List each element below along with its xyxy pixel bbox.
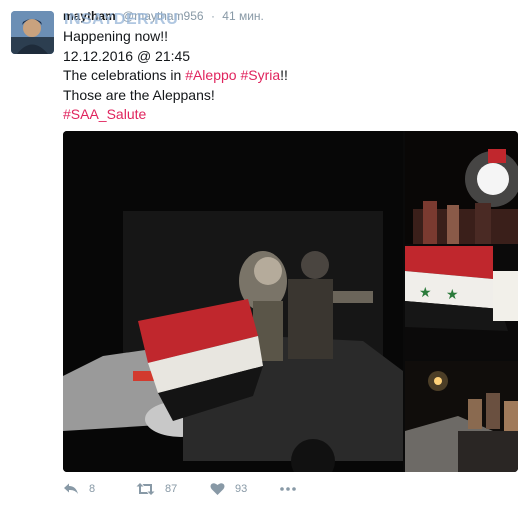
- tweet-line-text: The celebrations in: [63, 67, 186, 83]
- retweet-count: 87: [165, 483, 178, 495]
- media-photo-top-right[interactable]: [405, 131, 518, 244]
- like-count: 93: [235, 483, 248, 495]
- svg-text:★: ★: [446, 287, 459, 303]
- hashtag-link[interactable]: #SAA_Salute: [63, 106, 146, 122]
- media-photo-bottom-right[interactable]: [405, 361, 518, 472]
- tweet-line-text: !!: [280, 67, 288, 83]
- separator: ·: [210, 9, 215, 23]
- tweet: maytham @maytham956 · 41 мин. INSAYDER.R…: [0, 0, 531, 512]
- timestamp[interactable]: 41 мин.: [222, 9, 264, 23]
- like-action[interactable]: 93: [210, 482, 247, 496]
- reply-icon[interactable]: [63, 482, 79, 496]
- hashtag-link[interactable]: #Syria: [240, 67, 280, 83]
- svg-text:★: ★: [419, 285, 432, 301]
- media-grid: ★ ★: [63, 131, 518, 472]
- tweet-line: The celebrations in #Aleppo #Syria!!: [63, 66, 288, 86]
- more-action[interactable]: [279, 482, 297, 496]
- hashtag-link[interactable]: #Aleppo: [185, 67, 236, 83]
- tweet-text: Happening now!! 12.12.2016 @ 21:45 The c…: [63, 27, 288, 125]
- reply-count: 8: [89, 483, 96, 495]
- heart-icon[interactable]: [210, 482, 225, 496]
- reply-action[interactable]: 8: [63, 482, 95, 496]
- more-icon[interactable]: [279, 482, 297, 496]
- media-photo-middle-right[interactable]: ★ ★: [405, 246, 518, 359]
- retweet-action[interactable]: 87: [136, 482, 177, 496]
- avatar[interactable]: [11, 11, 54, 54]
- tweet-line: 12.12.2016 @ 21:45: [63, 47, 191, 64]
- tweet-line: Happening now!!: [63, 28, 169, 44]
- tweet-line: Those are the Aleppans!: [63, 86, 215, 103]
- retweet-icon[interactable]: [136, 482, 155, 496]
- media-photo-main[interactable]: [63, 131, 403, 472]
- tweet-actions: 8 87 93: [63, 482, 523, 500]
